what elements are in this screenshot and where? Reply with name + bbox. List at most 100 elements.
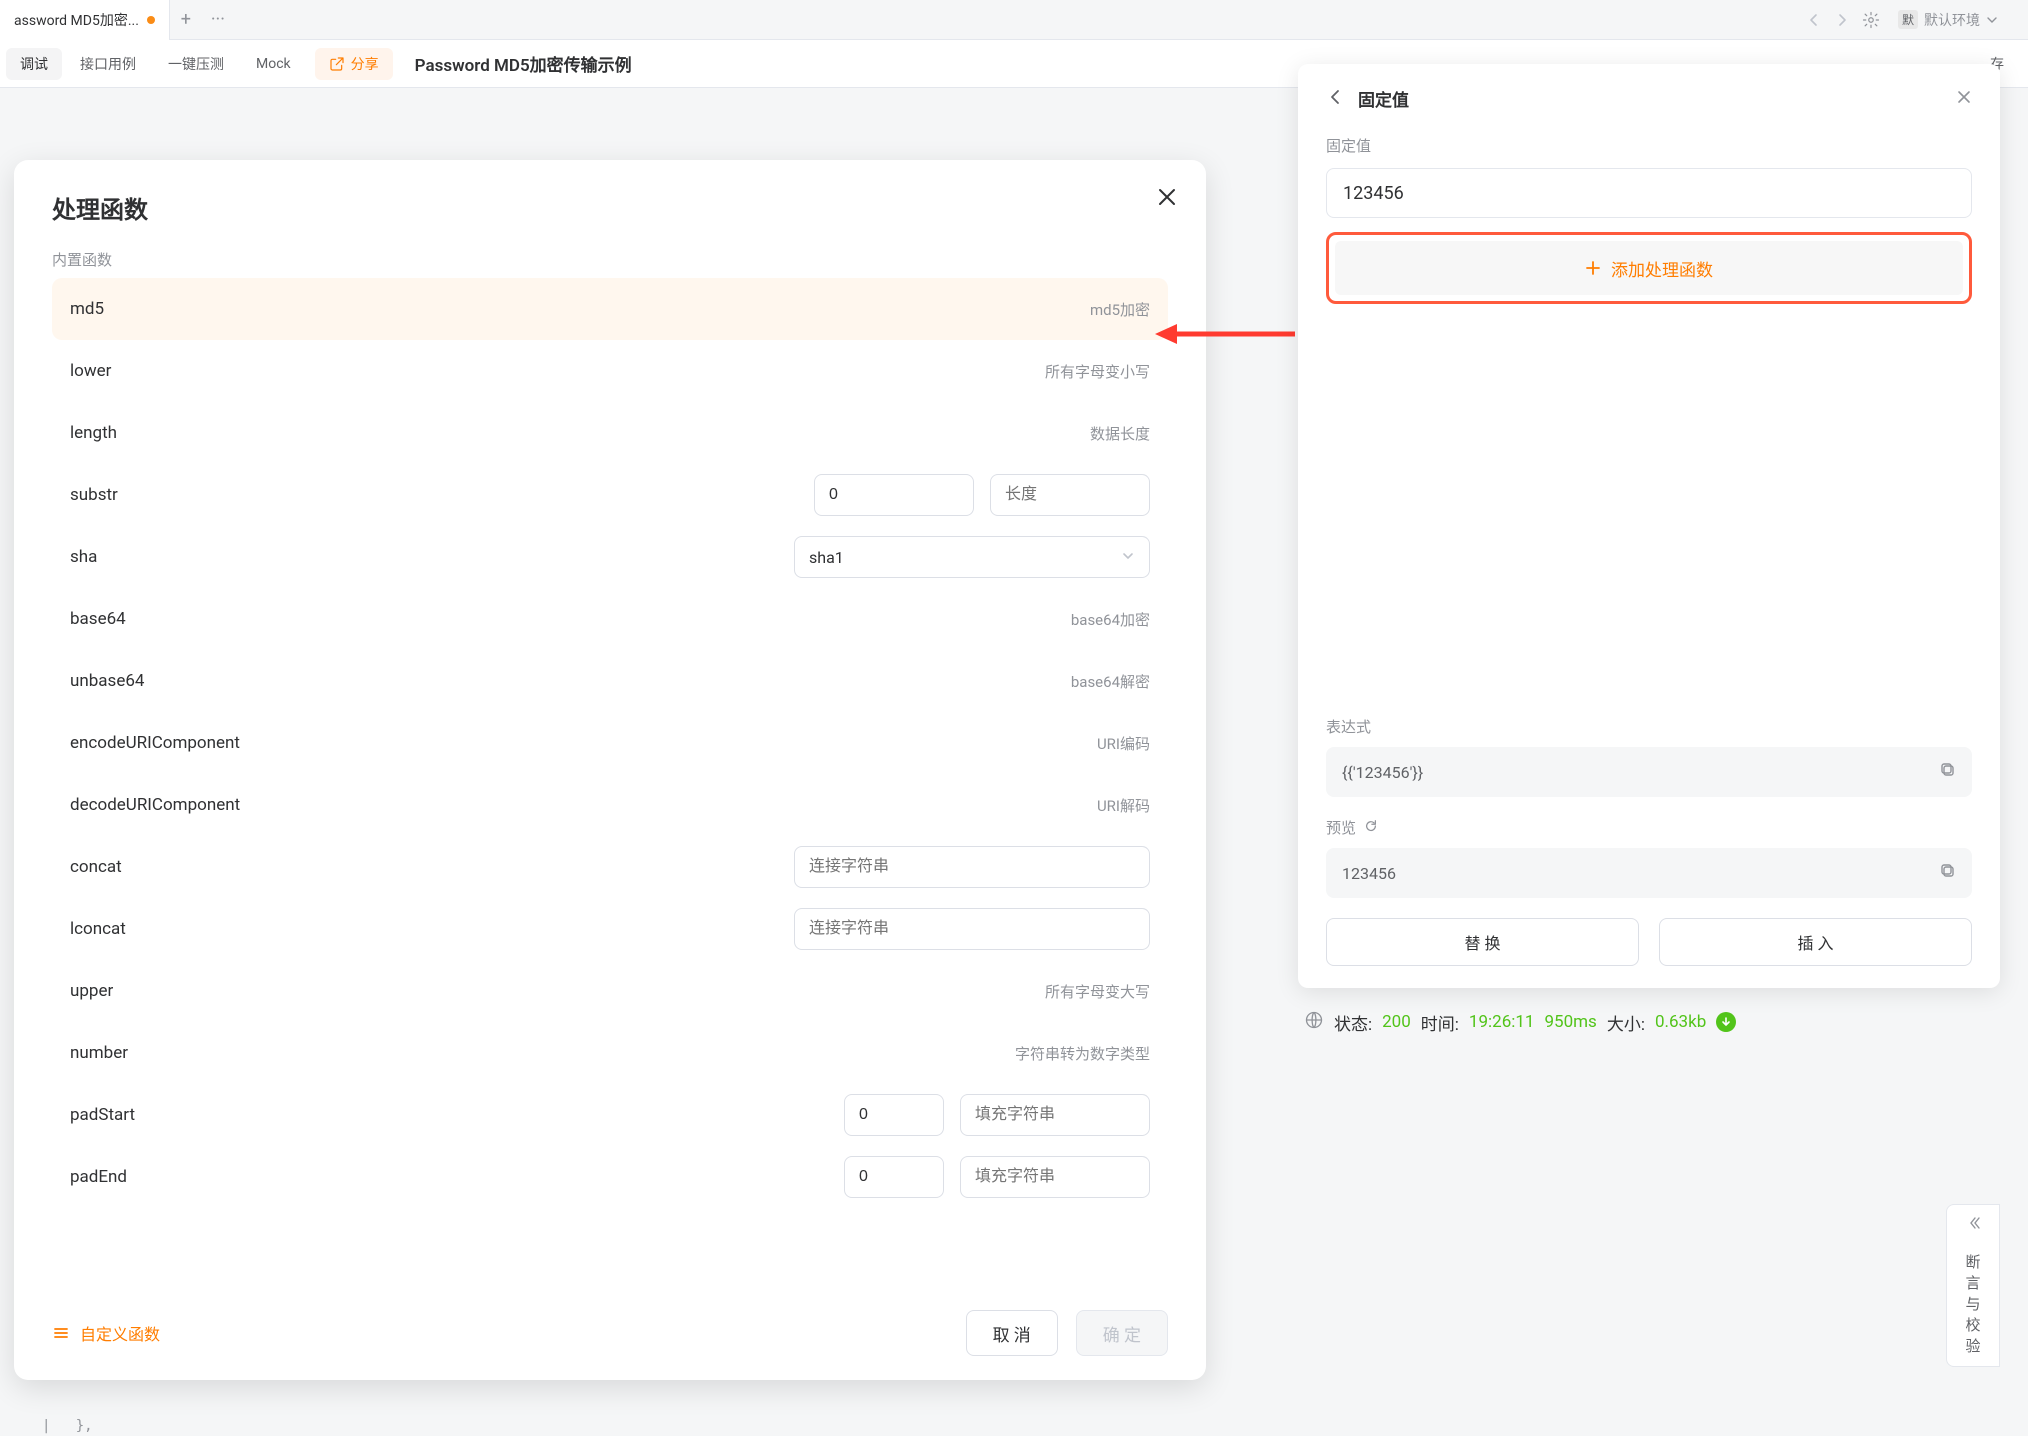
fn-desc: base64加密 — [1071, 609, 1150, 630]
confirm-button[interactable]: 确 定 — [1076, 1310, 1168, 1356]
tab-overflow-button[interactable]: ··· — [202, 4, 234, 36]
panel-close-button[interactable] — [1956, 89, 1972, 109]
copy-icon — [1940, 762, 1956, 778]
fn-row-upper[interactable]: upper 所有字母变大写 — [52, 960, 1168, 1022]
fn-row-number[interactable]: number 字符串转为数字类型 — [52, 1022, 1168, 1084]
fn-row-base64[interactable]: base64 base64加密 — [52, 588, 1168, 650]
fn-row-padend[interactable]: padEnd — [52, 1146, 1168, 1208]
function-list: md5 md5加密 lower 所有字母变小写 length 数据长度 subs… — [52, 278, 1180, 1284]
preview-label-text: 预览 — [1326, 817, 1356, 838]
copy-icon — [1940, 863, 1956, 879]
fn-name: lconcat — [70, 919, 126, 939]
sha-select[interactable]: sha1 — [794, 536, 1150, 578]
tab-mock-label: Mock — [256, 56, 291, 72]
settings-icon[interactable] — [1862, 11, 1880, 29]
fn-name: md5 — [70, 299, 104, 319]
padstart-str-input[interactable] — [960, 1094, 1150, 1136]
fn-row-sha[interactable]: sha sha1 — [52, 526, 1168, 588]
fn-name: number — [70, 1043, 128, 1063]
fn-row-padstart[interactable]: padStart — [52, 1084, 1168, 1146]
fn-row-concat[interactable]: concat — [52, 836, 1168, 898]
tab-debug[interactable]: 调试 — [6, 48, 62, 80]
share-button[interactable]: 分享 — [315, 48, 393, 80]
expression-box[interactable]: {{'123456'}} — [1326, 747, 1972, 797]
fn-desc: 所有字母变大写 — [1045, 981, 1150, 1002]
fn-row-lower[interactable]: lower 所有字母变小写 — [52, 340, 1168, 402]
plus-icon: + — [181, 9, 191, 30]
replace-button[interactable]: 替 换 — [1326, 918, 1639, 966]
cancel-button[interactable]: 取 消 — [966, 1310, 1058, 1356]
assertion-tab-label: 断言与校验 — [1965, 1251, 1980, 1356]
fn-row-md5[interactable]: md5 md5加密 — [52, 278, 1168, 340]
fn-desc: URI解码 — [1097, 795, 1150, 816]
fn-row-encodeuri[interactable]: encodeURIComponent URI编码 — [52, 712, 1168, 774]
fn-row-substr[interactable]: substr — [52, 464, 1168, 526]
padend-str-input[interactable] — [960, 1156, 1150, 1198]
nav-back-icon[interactable] — [1806, 12, 1822, 28]
fn-name: concat — [70, 857, 122, 877]
fixed-value-text: 123456 — [1343, 183, 1404, 204]
fn-row-lconcat[interactable]: lconcat — [52, 898, 1168, 960]
fn-row-decodeuri[interactable]: decodeURIComponent URI解码 — [52, 774, 1168, 836]
plus-icon — [1585, 260, 1601, 276]
add-function-button[interactable]: 添加处理函数 — [1335, 241, 1963, 295]
arrow-left-icon — [1326, 88, 1344, 106]
section-builtin-label: 内置函数 — [52, 249, 1168, 270]
padend-n-input[interactable] — [844, 1156, 944, 1198]
chevron-down-icon — [1121, 548, 1135, 567]
fn-desc: 数据长度 — [1090, 423, 1150, 444]
fn-row-length[interactable]: length 数据长度 — [52, 402, 1168, 464]
replace-label: 替 换 — [1465, 930, 1501, 954]
cancel-label: 取 消 — [993, 1321, 1031, 1346]
copy-expression-button[interactable] — [1940, 762, 1956, 782]
substr-length-input[interactable] — [990, 474, 1150, 516]
add-function-label: 添加处理函数 — [1611, 256, 1713, 281]
code-bar: | — [42, 1418, 50, 1434]
fixed-value-input[interactable]: 123456 — [1326, 168, 1972, 218]
fn-name: base64 — [70, 609, 126, 629]
environment-selector[interactable]: 默 默认环境 — [1892, 6, 2004, 34]
custom-function-link[interactable]: 自定义函数 — [52, 1321, 160, 1345]
sha-selected: sha1 — [809, 548, 844, 567]
substr-start-input[interactable] — [814, 474, 974, 516]
fn-name: padStart — [70, 1105, 135, 1125]
padstart-n-input[interactable] — [844, 1094, 944, 1136]
fn-name: length — [70, 423, 117, 443]
add-function-highlight: 添加处理函数 — [1326, 232, 1972, 304]
tab-usecases[interactable]: 接口用例 — [66, 48, 150, 80]
preview-label-row: 预览 — [1326, 817, 1972, 838]
fixed-value-label: 固定值 — [1326, 135, 1972, 156]
share-label: 分享 — [351, 54, 379, 74]
concat-input[interactable] — [794, 846, 1150, 888]
more-icon: ··· — [211, 9, 225, 30]
app-tabbar: assword MD5加密... + ··· 默 默认环境 — [0, 0, 2028, 40]
fn-row-unbase64[interactable]: unbase64 base64解密 — [52, 650, 1168, 712]
back-button[interactable] — [1326, 88, 1344, 110]
fn-name: unbase64 — [70, 671, 144, 691]
confirm-label: 确 定 — [1103, 1321, 1141, 1346]
panel-title: 固定值 — [1358, 86, 1409, 111]
assertion-side-tab[interactable]: 断言与校验 — [1946, 1204, 2000, 1367]
download-icon — [1720, 1016, 1732, 1028]
insert-button[interactable]: 插 入 — [1659, 918, 1972, 966]
download-badge[interactable] — [1716, 1012, 1736, 1032]
page-title: Password MD5加密传输示例 — [415, 51, 632, 76]
nav-forward-icon[interactable] — [1834, 12, 1850, 28]
close-icon — [1956, 89, 1972, 105]
status-size: 0.63kb — [1655, 1012, 1706, 1032]
document-tab[interactable]: assword MD5加密... — [0, 0, 170, 40]
lconcat-input[interactable] — [794, 908, 1150, 950]
response-status-bar: 状态: 200 时间: 19:26:11 950ms 大小: 0.63kb — [1298, 1000, 2000, 1044]
tab-stress[interactable]: 一键压测 — [154, 48, 238, 80]
expression-value: {{'123456'}} — [1342, 763, 1423, 782]
fn-name: lower — [70, 361, 111, 381]
copy-preview-button[interactable] — [1940, 863, 1956, 883]
unsaved-dot-icon — [147, 16, 155, 24]
refresh-preview-button[interactable] — [1364, 819, 1378, 837]
tab-mock[interactable]: Mock — [242, 50, 305, 78]
fn-desc: base64解密 — [1071, 671, 1150, 692]
modal-close-button[interactable] — [1156, 186, 1178, 212]
fixed-value-panel: 固定值 固定值 123456 添加处理函数 表达式 {{'123456'}} 预… — [1298, 64, 2000, 988]
add-tab-button[interactable]: + — [170, 4, 202, 36]
expression-label: 表达式 — [1326, 716, 1972, 737]
